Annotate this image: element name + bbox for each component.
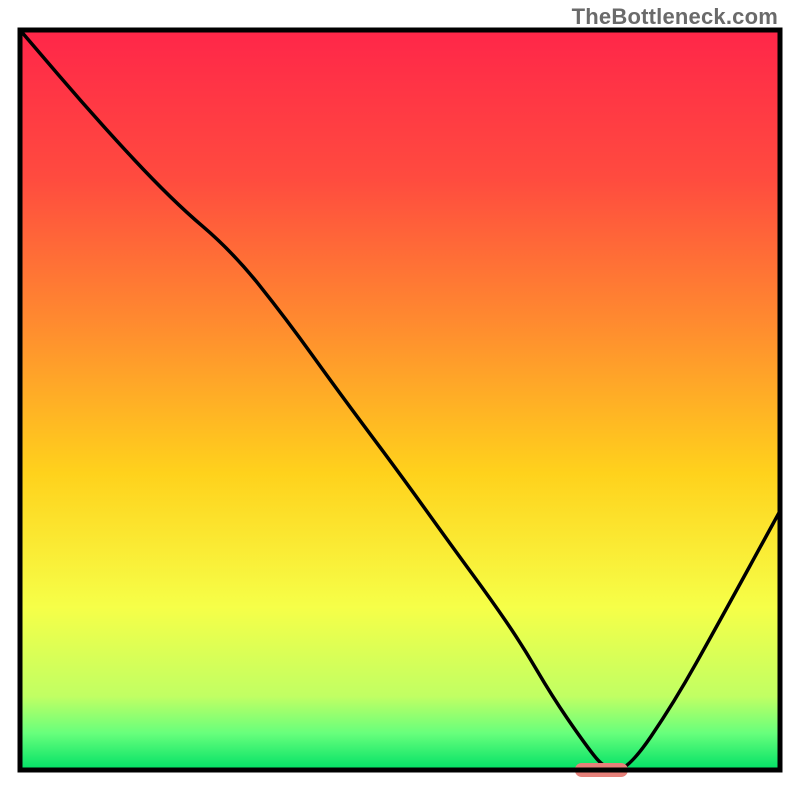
watermark-text: TheBottleneck.com (572, 4, 778, 30)
chart-container: TheBottleneck.com (0, 0, 800, 800)
plot-background (20, 30, 780, 770)
bottleneck-chart (0, 0, 800, 800)
